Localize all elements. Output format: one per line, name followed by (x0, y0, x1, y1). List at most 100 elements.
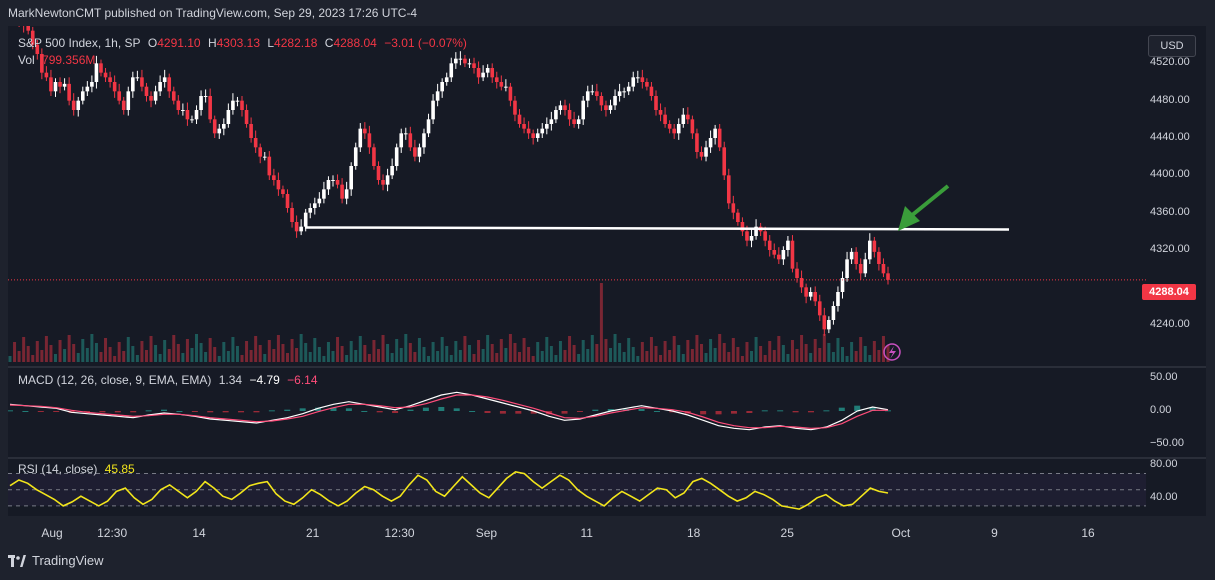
currency-button[interactable]: USD (1148, 35, 1196, 57)
candle-body (422, 133, 426, 148)
macd-label[interactable]: MACD (12, 26, close, 9, EMA, EMA) (18, 373, 211, 387)
low-value: 4282.18 (274, 36, 318, 50)
candle-body (112, 82, 117, 92)
macd-histogram-bar (222, 411, 229, 413)
volume-bar (540, 351, 544, 362)
macd-signal-value: −4.79 (249, 373, 280, 387)
macd-histogram-bar (807, 411, 814, 413)
volume-bar (636, 356, 640, 362)
volume-bar (454, 341, 458, 362)
candle-body (99, 63, 103, 73)
candle-body (613, 96, 617, 106)
volume-bar (513, 343, 517, 362)
volume-bar (854, 351, 858, 362)
volume-bar (586, 349, 590, 362)
candle-body (394, 147, 399, 166)
volume-bar (222, 342, 226, 362)
price-tick-label: 4480.00 (1150, 93, 1190, 106)
volume-bar (326, 342, 330, 362)
volume-bar (258, 345, 262, 362)
macd-line (9, 391, 889, 431)
candle-body (372, 147, 376, 166)
volume-bar (795, 349, 799, 362)
volume-bar (358, 336, 362, 362)
candle-body (71, 100, 76, 110)
symbol-label[interactable]: S&P 500 Index, 1h, SP (18, 36, 141, 50)
candle-body (454, 58, 458, 64)
volume-bar (22, 337, 26, 362)
volume-bar (718, 334, 722, 362)
candle-body (231, 100, 235, 110)
volume-bar (467, 345, 471, 362)
candle-body (640, 77, 645, 82)
footer-brand[interactable]: TradingView (8, 553, 104, 568)
candle-body (645, 82, 649, 87)
pane-separator-macd[interactable] (8, 366, 1206, 368)
candle-body (763, 231, 767, 241)
macd-histogram-bar (176, 411, 183, 412)
candle-body (262, 156, 267, 158)
candle-body (285, 194, 290, 208)
volume-bar (750, 351, 754, 362)
macd-histogram-bar (838, 407, 845, 411)
volume-bar (149, 336, 153, 362)
volume-bar (176, 344, 180, 362)
candle-body (181, 110, 185, 111)
volume-bar (536, 342, 540, 362)
volume-bar (445, 346, 449, 362)
pane-separator-rsi[interactable] (8, 457, 1206, 459)
rsi-tick-label: 80.00 (1150, 458, 1178, 471)
volume-bar (463, 336, 467, 362)
price-tick-label: 4240.00 (1150, 317, 1190, 330)
volume-bar (508, 334, 512, 362)
volume-bar (381, 335, 385, 362)
volume-bar (163, 340, 167, 362)
candle-body (467, 63, 472, 65)
volume-bar (131, 346, 135, 362)
volume-bar (827, 343, 831, 362)
volume-bar (554, 355, 558, 362)
candle-body (363, 128, 367, 134)
volume-bar (199, 343, 203, 362)
candle-body (663, 114, 667, 124)
macd-histogram-bar (299, 408, 306, 411)
candle-body (572, 119, 576, 124)
plot-area[interactable] (8, 26, 1146, 516)
candle-body (413, 147, 417, 157)
volume-bar (417, 338, 421, 362)
candle-body (608, 105, 613, 110)
volume-bar (263, 354, 267, 362)
macd-value: 1.34 (218, 373, 243, 387)
volume-bar (281, 344, 285, 362)
macd-histogram-bar (161, 409, 168, 411)
candle-body (772, 250, 777, 255)
candle-body (344, 189, 349, 199)
volume-bar (245, 341, 249, 362)
candle-body (258, 147, 263, 157)
candle-body (185, 110, 190, 120)
volume-bar (140, 341, 144, 362)
macd-histogram-bar (191, 411, 198, 412)
candle-body (699, 152, 704, 157)
candle-body (194, 110, 199, 120)
volume-bar (763, 355, 767, 362)
vol-key: Vol (18, 53, 35, 67)
volume-bar (336, 337, 340, 362)
volume-bar (349, 341, 353, 362)
rsi-label[interactable]: RSI (14, close) (18, 462, 97, 476)
volume-bar (581, 340, 585, 362)
candle-body (53, 82, 58, 92)
volume-bar (690, 349, 694, 362)
volume-bar (627, 338, 631, 362)
volume-bar (486, 335, 490, 362)
volume-bar (404, 334, 408, 362)
volume-bar (841, 347, 845, 362)
candle-body (845, 259, 849, 278)
macd-legend: MACD (12, 26, close, 9, EMA, EMA) 1.34 −… (18, 373, 322, 387)
volume-bar (40, 350, 44, 362)
candle-body (676, 124, 681, 134)
volume-bar (104, 338, 108, 362)
volume-bar (681, 354, 685, 362)
volume-bar (818, 348, 822, 362)
candle-body (426, 119, 431, 134)
